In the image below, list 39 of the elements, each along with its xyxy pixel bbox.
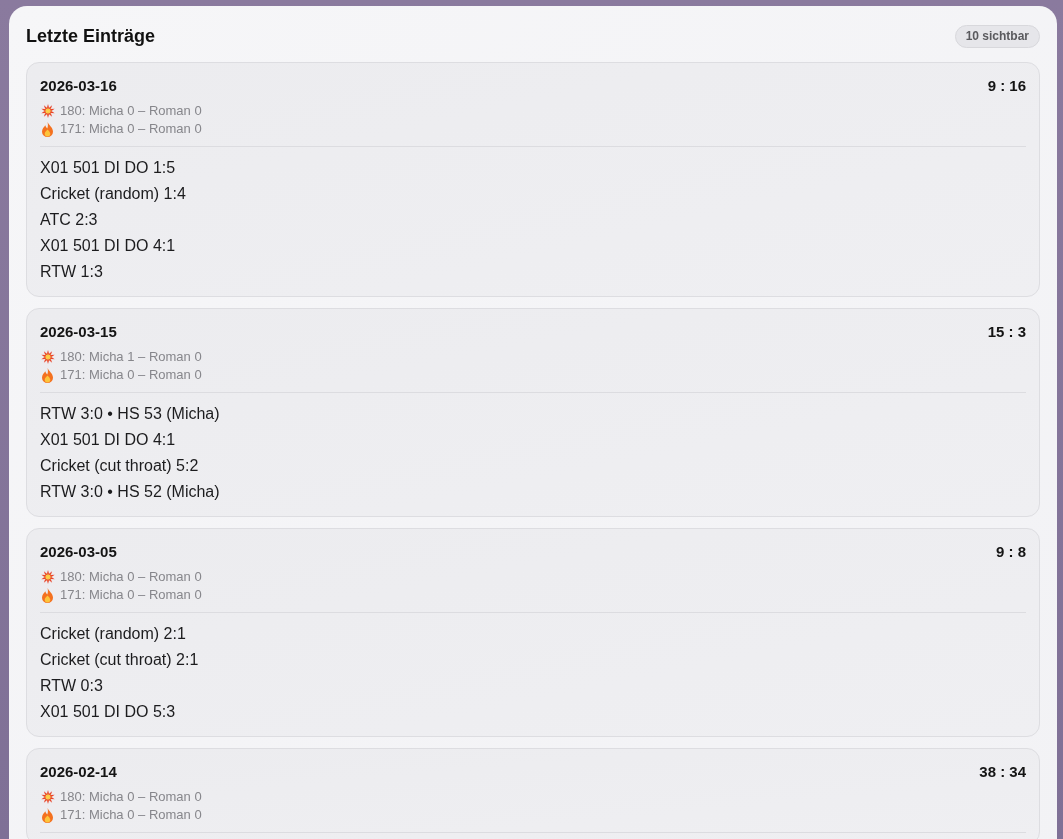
- game-result: RTW 3:0 • HS 53 (Micha): [40, 404, 220, 424]
- entry-date: 2026-03-16: [40, 76, 117, 96]
- game-result: Cricket (cut throat) 5:2: [40, 456, 199, 476]
- game-result: Cricket (random) 2:1: [40, 624, 186, 644]
- panel-title: Letzte Einträge: [26, 25, 156, 48]
- flame-icon: [42, 367, 53, 383]
- entry-date: 2026-03-15: [40, 322, 117, 342]
- game-result: ATC 2:3: [40, 210, 98, 230]
- entry-score: 9 : 16: [987, 76, 1026, 96]
- game-result: RTW 0:3: [40, 676, 103, 696]
- burst-icon: [40, 104, 55, 118]
- stat-line: 180: Micha 0 – Roman 0: [60, 102, 202, 120]
- stat-line: 171: Micha 0 – Roman 0: [60, 120, 202, 138]
- entry-score: 15 : 3: [987, 322, 1026, 342]
- count-badge: 10 sichtbar: [954, 24, 1040, 48]
- game-result: RTW 3:0 • HS 52 (Micha): [40, 482, 220, 502]
- entry-date: 2026-03-05: [40, 542, 117, 562]
- flame-icon: [42, 807, 53, 823]
- burst-icon: [40, 570, 55, 584]
- burst-icon: [40, 790, 55, 804]
- flame-icon: [42, 121, 53, 137]
- flame-icon: [42, 587, 53, 603]
- stat-line: 171: Micha 0 – Roman 0: [60, 366, 202, 384]
- entry-date: 2026-02-14: [40, 762, 117, 782]
- stat-line: 171: Micha 0 – Roman 0: [60, 806, 202, 824]
- game-result: Cricket (random) 1:4: [40, 184, 186, 204]
- entry-score: 9 : 8: [996, 542, 1026, 562]
- game-result: RTW 1:3: [40, 262, 103, 282]
- game-result: X01 501 DI DO 4:1: [40, 236, 176, 256]
- burst-icon: [40, 350, 55, 364]
- stat-line: 180: Micha 0 – Roman 0: [60, 788, 202, 806]
- game-result: X01 501 DI DO 4:1: [40, 430, 176, 450]
- game-result: X01 501 DI DO 5:3: [40, 702, 176, 722]
- entry-score: 38 : 34: [979, 762, 1026, 782]
- stat-line: 180: Micha 0 – Roman 0: [60, 568, 202, 586]
- stat-line: 180: Micha 1 – Roman 0: [60, 348, 202, 366]
- game-result: X01 501 DI DO 1:5: [40, 158, 176, 178]
- stat-line: 171: Micha 0 – Roman 0: [60, 586, 202, 604]
- game-result: Cricket (cut throat) 2:1: [40, 650, 199, 670]
